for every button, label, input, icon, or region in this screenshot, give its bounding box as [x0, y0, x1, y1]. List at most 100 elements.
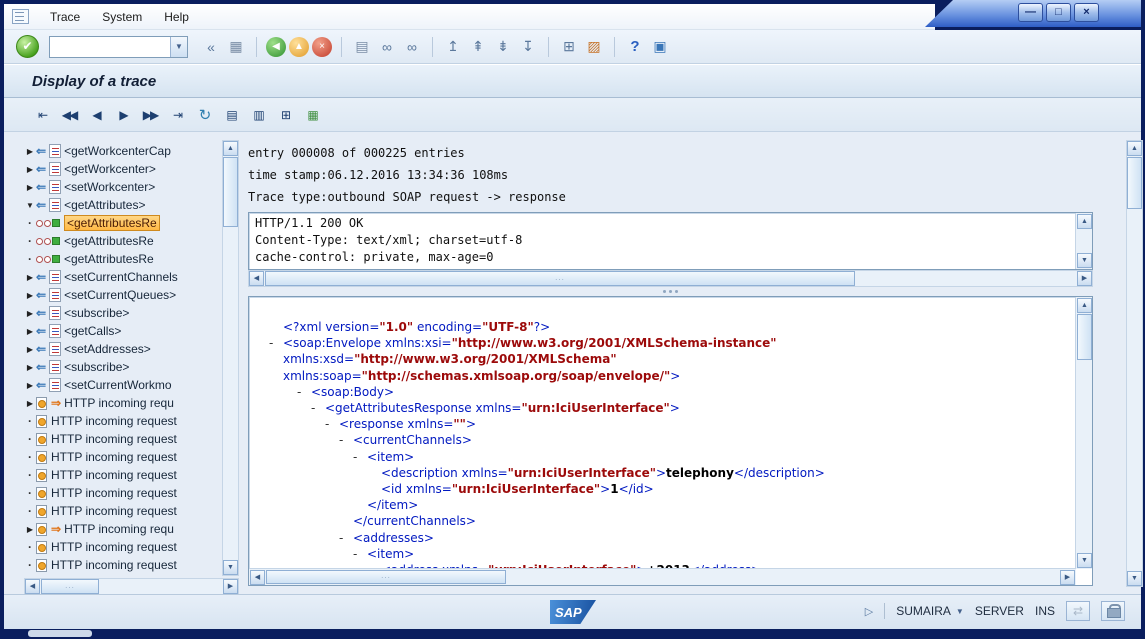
page-down-icon[interactable]: ⇟: [492, 36, 514, 58]
xml-viewer[interactable]: <?xml version="1.0" encoding="UTF-8"?>-<…: [248, 296, 1093, 586]
main-vscroll-thumb[interactable]: [1127, 157, 1142, 209]
tree-hscroll-thumb[interactable]: ∙∙∙: [41, 579, 99, 594]
tree-hscrollbar[interactable]: ◀ ∙∙∙ ▶: [24, 578, 239, 595]
previous-entry-icon[interactable]: ◀: [86, 105, 106, 125]
find-icon[interactable]: ∞: [376, 36, 398, 58]
http-hscrollbar[interactable]: ◀ ∙∙∙ ▶: [248, 270, 1093, 287]
tree-item[interactable]: ·HTTP incoming request: [24, 466, 222, 484]
tree-scroll-left-icon[interactable]: ◀: [25, 579, 40, 594]
tree-item[interactable]: ▶⇐<subscribe>: [24, 304, 222, 322]
xml-vscroll-thumb[interactable]: [1077, 314, 1092, 360]
refresh-icon[interactable]: ↻: [194, 105, 214, 125]
save-icon[interactable]: ▦: [225, 36, 247, 58]
expander-icon[interactable]: ▶: [24, 291, 36, 300]
tree-item[interactable]: ▶⇒HTTP incoming requ: [24, 520, 222, 538]
new-session-icon[interactable]: ⊞: [558, 36, 580, 58]
status-user-dropdown-icon[interactable]: ▼: [956, 607, 964, 616]
export-icon[interactable]: ▦: [302, 105, 322, 125]
cancel-icon[interactable]: ×: [312, 37, 332, 57]
tree-item[interactable]: ·<getAttributesRe: [24, 214, 222, 232]
expander-icon[interactable]: ▶: [24, 273, 36, 282]
tree-item[interactable]: ·HTTP incoming request: [24, 556, 222, 574]
main-scroll-down-icon[interactable]: ▼: [1127, 571, 1142, 586]
collapse-toggle[interactable]: -: [297, 384, 311, 400]
xml-hscrollbar[interactable]: ◀ ∙∙∙ ▶: [249, 568, 1076, 585]
maximize-button[interactable]: □: [1046, 3, 1071, 22]
next-entry-icon[interactable]: ▶: [113, 105, 133, 125]
expander-icon[interactable]: ▶: [24, 309, 36, 318]
table-view-icon[interactable]: ⊞: [275, 105, 295, 125]
tree-scroll-right-icon[interactable]: ▶: [223, 579, 238, 594]
enter-button[interactable]: ✔: [16, 35, 39, 58]
tree-item[interactable]: ▶⇐<getWorkcenter>: [24, 160, 222, 178]
exit-icon[interactable]: ▲: [289, 37, 309, 57]
command-dropdown-icon[interactable]: ▼: [170, 37, 187, 57]
back-icon[interactable]: ◀: [266, 37, 286, 57]
xml-scroll-right-icon[interactable]: ▶: [1060, 570, 1075, 585]
collapse-toggle[interactable]: -: [269, 335, 283, 351]
collapse-toggle[interactable]: -: [353, 449, 367, 465]
expander-icon[interactable]: ▶: [24, 381, 36, 390]
print-icon[interactable]: ▤: [351, 36, 373, 58]
tree-item[interactable]: ▼⇐<getAttributes>: [24, 196, 222, 214]
command-input[interactable]: [50, 37, 170, 57]
expander-icon[interactable]: ▶: [24, 183, 36, 192]
display-entry-icon[interactable]: ▤: [221, 105, 241, 125]
tree-item[interactable]: ·<getAttributesRe: [24, 232, 222, 250]
http-header-box[interactable]: HTTP/1.1 200 OKContent-Type: text/xml; c…: [248, 212, 1093, 270]
expander-icon[interactable]: ▶: [24, 327, 36, 336]
close-button[interactable]: ×: [1074, 3, 1099, 22]
collapse-toggle[interactable]: -: [339, 432, 353, 448]
expander-icon[interactable]: ▼: [24, 201, 36, 210]
http-scroll-left-icon[interactable]: ◀: [249, 271, 264, 286]
create-shortcut-icon[interactable]: ▨: [583, 36, 605, 58]
collapse-toolbar-icon[interactable]: «: [200, 36, 222, 58]
main-vscrollbar[interactable]: ▲ ▼: [1126, 140, 1143, 587]
collapse-toggle[interactable]: -: [339, 530, 353, 546]
collapse-toggle[interactable]: -: [353, 546, 367, 562]
pane-splitter[interactable]: [248, 287, 1093, 296]
tree-item[interactable]: ·HTTP incoming request: [24, 412, 222, 430]
expander-icon[interactable]: ▶: [24, 345, 36, 354]
http-scroll-up-icon[interactable]: ▲: [1077, 214, 1092, 229]
find-next-icon[interactable]: ∞: [401, 36, 423, 58]
main-scroll-up-icon[interactable]: ▲: [1127, 141, 1142, 156]
xml-vscrollbar[interactable]: ▲ ▼: [1075, 297, 1092, 569]
previous-page-icon[interactable]: ◀◀: [59, 105, 79, 125]
http-hscroll-thumb[interactable]: ∙∙∙: [265, 271, 855, 286]
menu-item-help[interactable]: Help: [153, 7, 200, 27]
tree-vscroll-thumb[interactable]: [223, 157, 238, 227]
tree-item[interactable]: ▶⇐<setCurrentWorkmo: [24, 376, 222, 394]
tree-item[interactable]: ▶⇐<subscribe>: [24, 358, 222, 376]
display-raw-icon[interactable]: ▥: [248, 105, 268, 125]
tree-item[interactable]: ▶⇒HTTP incoming requ: [24, 394, 222, 412]
page-up-icon[interactable]: ⇞: [467, 36, 489, 58]
next-page-icon[interactable]: ▶▶: [140, 105, 160, 125]
xml-scroll-down-icon[interactable]: ▼: [1077, 553, 1092, 568]
expander-icon[interactable]: ▶: [24, 363, 36, 372]
tree-item[interactable]: ▶⇐<setAddresses>: [24, 340, 222, 358]
tree-item[interactable]: ▶⇐<getWorkcenterCap: [24, 142, 222, 160]
tree-item[interactable]: ▶⇐<setCurrentChannels: [24, 268, 222, 286]
tree-item[interactable]: ·HTTP incoming request: [24, 502, 222, 520]
tree-item[interactable]: ·HTTP incoming request: [24, 538, 222, 556]
http-vscrollbar[interactable]: ▲ ▼: [1075, 213, 1092, 269]
tree-item[interactable]: ▶⇐<setWorkcenter>: [24, 178, 222, 196]
tree-item[interactable]: ·<getAttributesRe: [24, 250, 222, 268]
tree-item[interactable]: ·HTTP incoming request: [24, 484, 222, 502]
expander-icon[interactable]: ▶: [24, 165, 36, 174]
window-menu-icon[interactable]: [12, 9, 29, 24]
collapse-toggle[interactable]: -: [311, 400, 325, 416]
tree-item[interactable]: ▶⇐<setCurrentQueues>: [24, 286, 222, 304]
last-entry-icon[interactable]: ⇥: [167, 105, 187, 125]
first-entry-icon[interactable]: ⇤: [32, 105, 52, 125]
help-icon[interactable]: ?: [624, 36, 646, 58]
tree-item[interactable]: ·HTTP incoming request: [24, 448, 222, 466]
command-field[interactable]: ▼: [49, 36, 188, 58]
http-scroll-down-icon[interactable]: ▼: [1077, 253, 1092, 268]
status-expand-icon[interactable]: ▷: [865, 605, 873, 618]
expander-icon[interactable]: ▶: [24, 399, 36, 408]
xml-scroll-up-icon[interactable]: ▲: [1077, 298, 1092, 313]
expander-icon[interactable]: ▶: [24, 525, 36, 534]
tree-item[interactable]: ▶⇐<getCalls>: [24, 322, 222, 340]
